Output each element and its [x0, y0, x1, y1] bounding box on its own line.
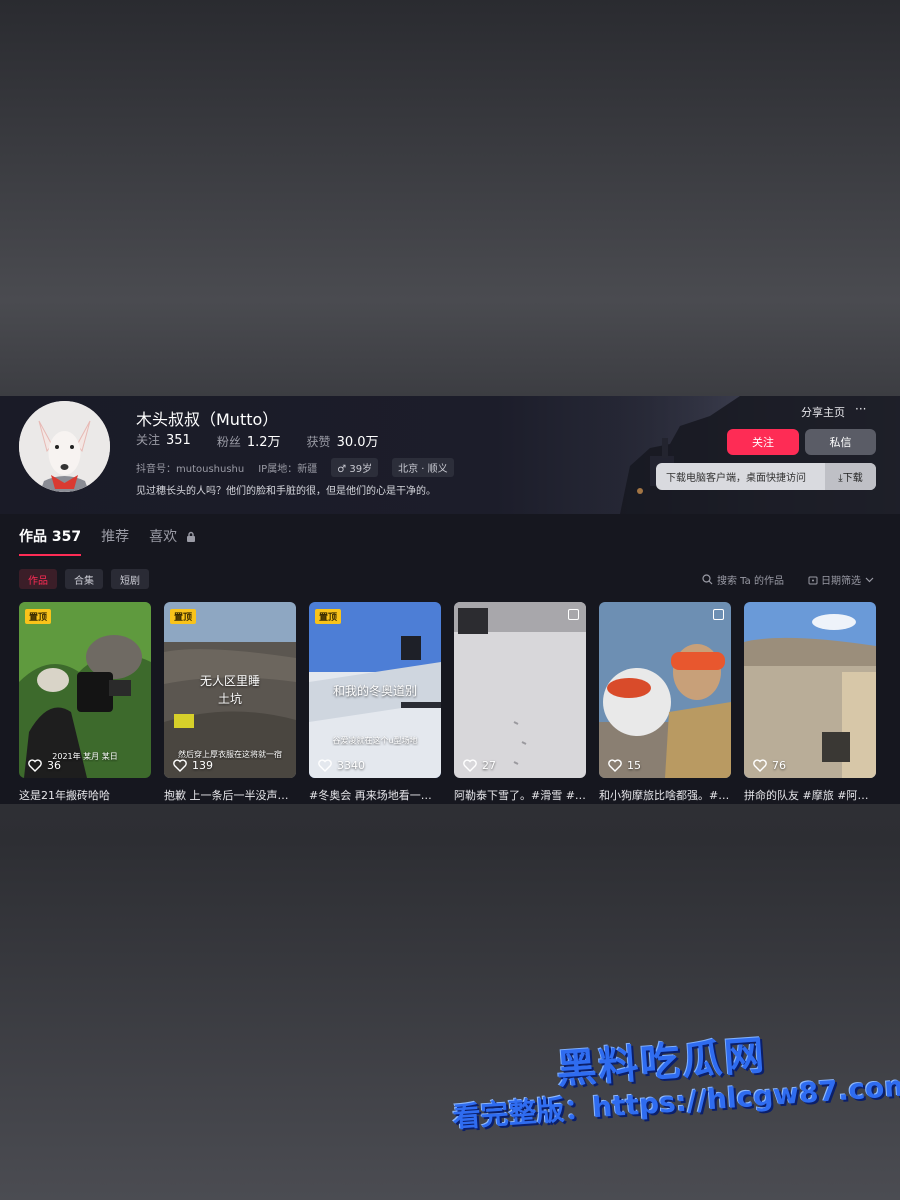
- video-likes: 27: [463, 759, 496, 772]
- filter-short-drama[interactable]: 短剧: [111, 569, 149, 589]
- download-button[interactable]: ⤓下载: [825, 463, 876, 490]
- following-count: 351: [166, 433, 191, 448]
- video-likes: 36: [28, 759, 61, 772]
- profile-page: 木头叔叔（Mutto） 关注 351 粉丝 1.2万 获赞 30.0万 抖音号：…: [0, 396, 900, 804]
- video-likes: 15: [608, 759, 641, 772]
- video-overlay-title: 和我的冬奥道别: [332, 684, 417, 698]
- profile-header: [0, 396, 900, 514]
- video-thumbnail[interactable]: 置顶 2021年 某月 某日 36: [19, 602, 151, 778]
- filter-collections[interactable]: 合集: [65, 569, 103, 589]
- multi-image-icon: [568, 609, 579, 620]
- video-likes-count: 139: [192, 759, 213, 772]
- video-likes-count: 76: [772, 759, 786, 772]
- video-thumbnail[interactable]: 置顶 和我的冬奥道别 谷爱凌就在这个u型场地 3340: [309, 602, 441, 778]
- tab-likes-label: 喜欢: [149, 529, 178, 545]
- video-subtitle: 谷爱凌就在这个u型场地: [332, 736, 418, 745]
- heart-icon: [753, 759, 767, 772]
- search-works-label: 搜索 Ta 的作品: [717, 576, 784, 587]
- video-likes: 139: [173, 759, 213, 772]
- avatar[interactable]: [19, 401, 110, 492]
- video-thumbnail[interactable]: 76: [744, 602, 876, 778]
- profile-stats: 关注 351 粉丝 1.2万 获赞 30.0万: [136, 431, 405, 450]
- pinned-badge: 置顶: [170, 609, 197, 624]
- video-likes-count: 36: [47, 759, 61, 772]
- video-grid: 置顶 2021年 某月 某日 36 这是21年搬砖哈哈 置顶 无人区里睡 土坑 …: [19, 602, 876, 803]
- video-card[interactable]: 27 阿勒泰下雪了。#滑雪 #…: [454, 602, 586, 803]
- likes-label: 获赞: [306, 435, 331, 449]
- video-card[interactable]: 置顶 2021年 某月 某日 36 这是21年搬砖哈哈: [19, 602, 151, 803]
- search-works-button[interactable]: 搜索 Ta 的作品: [702, 572, 784, 587]
- likes-stat: 获赞 30.0万: [307, 431, 379, 450]
- date-filter-label: 日期筛选: [821, 576, 861, 587]
- heart-icon: [318, 759, 332, 772]
- content-filters: 作品 合集 短剧: [19, 569, 157, 589]
- profile-name: 木头叔叔（Mutto）: [136, 410, 279, 429]
- profile-meta: 抖音号：mutoushushu IP属地：新疆 ♂ 39岁 北京 · 顺义: [136, 458, 468, 477]
- lock-icon: [186, 531, 195, 542]
- fans-label: 粉丝: [216, 435, 241, 449]
- heart-icon: [608, 759, 622, 772]
- calendar-icon: [808, 576, 818, 584]
- video-likes-count: 15: [627, 759, 641, 772]
- profile-bio: 见过穗长头的人吗？他们的脸和手脏的很，但是他们的心是干净的。: [136, 486, 436, 497]
- search-icon: [702, 574, 713, 585]
- profile-tabs: 作品 357 推荐 喜欢: [19, 526, 216, 556]
- video-card[interactable]: 76 拼命的队友 #摩旅 #阿里…: [744, 602, 876, 803]
- video-likes-count: 3340: [337, 759, 365, 772]
- location-badge: 北京 · 顺义: [392, 458, 454, 477]
- chevron-down-icon: [865, 577, 874, 583]
- douyin-id: 抖音号：mutoushushu: [136, 464, 245, 475]
- tab-recommend[interactable]: 推荐: [101, 526, 129, 556]
- fans-count: 1.2万: [246, 435, 281, 450]
- follow-button[interactable]: 关注: [727, 429, 799, 455]
- video-caption[interactable]: 这是21年搬砖哈哈: [19, 787, 151, 803]
- date-filter-dropdown[interactable]: 日期筛选: [808, 572, 874, 587]
- video-likes: 3340: [318, 759, 365, 772]
- video-caption[interactable]: 阿勒泰下雪了。#滑雪 #…: [454, 787, 586, 803]
- video-thumbnail[interactable]: 15: [599, 602, 731, 778]
- video-thumbnail[interactable]: 27: [454, 602, 586, 778]
- fans-stat[interactable]: 粉丝 1.2万: [217, 431, 281, 450]
- video-card[interactable]: 15 和小狗摩旅比啥都强。#…: [599, 602, 731, 803]
- heart-icon: [463, 759, 477, 772]
- likes-count: 30.0万: [336, 435, 379, 450]
- video-caption[interactable]: 拼命的队友 #摩旅 #阿里…: [744, 787, 876, 803]
- video-caption[interactable]: #冬奥会 再来场地看一…: [309, 787, 441, 803]
- video-overlay-title: 无人区里睡 土坑: [199, 674, 260, 706]
- video-caption[interactable]: 和小狗摩旅比啥都强。#…: [599, 787, 731, 803]
- message-button[interactable]: 私信: [805, 429, 876, 455]
- video-likes: 76: [753, 759, 786, 772]
- filter-works[interactable]: 作品: [19, 569, 57, 589]
- video-card[interactable]: 置顶 和我的冬奥道别 谷爱凌就在这个u型场地 3340 #冬奥会 再来场地看一…: [309, 602, 441, 803]
- video-card[interactable]: 置顶 无人区里睡 土坑 然后穿上厚衣服在这将就一宿 139 抱歉 上一条后一半没…: [164, 602, 296, 803]
- ip-location: IP属地：新疆: [258, 464, 318, 475]
- video-thumbnail[interactable]: 置顶 无人区里睡 土坑 然后穿上厚衣服在这将就一宿 139: [164, 602, 296, 778]
- tab-works[interactable]: 作品 357: [19, 526, 82, 556]
- video-caption[interactable]: 抱歉 上一条后一半没声…: [164, 787, 296, 803]
- video-likes-count: 27: [482, 759, 496, 772]
- multi-image-icon: [713, 609, 724, 620]
- following-stat[interactable]: 关注 351: [136, 431, 191, 450]
- video-thumbnail-image: [744, 602, 876, 778]
- share-profile-button[interactable]: 分享主页: [801, 404, 845, 420]
- video-thumbnail-image: [454, 602, 586, 778]
- header-background-image: [580, 396, 900, 514]
- bull-terrier-avatar-image: [19, 401, 110, 492]
- download-client-bar: 下载电脑客户端，桌面快捷访问 ⤓下载: [656, 463, 876, 490]
- following-label: 关注: [136, 433, 161, 447]
- download-client-text: 下载电脑客户端，桌面快捷访问: [666, 473, 806, 484]
- pinned-badge: 置顶: [25, 609, 52, 624]
- heart-icon: [28, 759, 42, 772]
- tab-likes[interactable]: 喜欢: [149, 526, 195, 556]
- more-options-button[interactable]: ···: [855, 402, 866, 416]
- video-thumbnail-image: [599, 602, 731, 778]
- heart-icon: [173, 759, 187, 772]
- age-badge: ♂ 39岁: [331, 458, 379, 477]
- pinned-badge: 置顶: [315, 609, 342, 624]
